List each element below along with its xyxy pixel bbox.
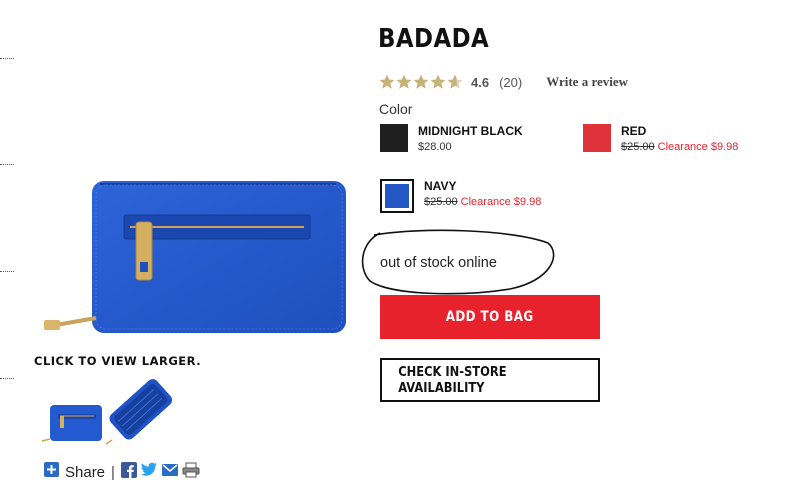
selected-swatch-frame[interactable] [380,179,414,213]
write-review-link[interactable]: Write a review [546,74,628,90]
email-icon[interactable] [161,463,178,481]
share-bar: Share | [44,461,200,483]
color-swatch [385,184,409,208]
price-line: $25.00 Clearance $9.98 [621,141,738,153]
color-info: RED $25.00 Clearance $9.98 [621,124,738,153]
star-rating[interactable] [379,74,463,90]
price: $28.00 [418,141,452,153]
color-label: Color [379,101,413,117]
price-line: $28.00 [418,141,523,153]
check-in-store-label: CHECK IN-STORE AVAILABILITY [398,364,507,396]
print-icon[interactable] [182,462,200,483]
product-main-image[interactable] [40,178,346,336]
left-divider-mark [0,271,14,272]
left-divider-mark [0,58,14,59]
add-to-bag-button[interactable]: ADD TO BAG [380,295,600,339]
price-line: $25.00 Clearance $9.98 [424,196,541,208]
original-price: $25.00 [621,141,655,153]
review-count[interactable]: (20) [499,75,522,90]
share-separator: | [111,463,115,481]
clearance-price: Clearance $9.98 [460,196,542,208]
rating-value: 4.6 [471,74,490,90]
add-to-bag-label: ADD TO BAG [446,309,534,325]
star-icon [396,74,412,89]
check-in-store-button[interactable]: CHECK IN-STORE AVAILABILITY [380,358,600,402]
wallet-open-thumbnail[interactable] [104,374,176,451]
left-divider-mark [0,378,14,379]
star-icon [447,74,463,89]
left-divider-mark [0,164,14,165]
color-name: NAVY [424,179,457,193]
stock-status-text: out of stock online [380,255,497,271]
click-to-view-larger-label: CLICK TO VIEW LARGER. [34,354,202,368]
color-option-midnight-black[interactable]: MIDNIGHT BLACK $28.00 [380,124,523,153]
share-label[interactable]: Share [65,464,105,481]
plus-icon[interactable] [44,462,59,482]
original-price: $25.00 [424,196,458,208]
color-swatch[interactable] [380,124,408,152]
wallet-front-thumbnail[interactable] [38,374,104,451]
clearance-price: Clearance $9.98 [657,141,739,153]
color-name: RED [621,124,647,138]
star-icon [379,74,395,89]
facebook-icon[interactable] [120,461,137,483]
color-name: MIDNIGHT BLACK [418,124,523,138]
color-option-navy[interactable]: NAVY $25.00 Clearance $9.98 [380,179,541,213]
color-info: NAVY $25.00 Clearance $9.98 [424,179,541,208]
color-swatch[interactable] [583,124,611,152]
rating-row: 4.6 (20) Write a review [379,74,628,90]
star-icon [430,74,446,89]
color-option-red[interactable]: RED $25.00 Clearance $9.98 [583,124,738,153]
color-info: MIDNIGHT BLACK $28.00 [418,124,523,153]
product-title: BADADA [378,24,490,54]
twitter-icon[interactable] [140,462,158,482]
star-icon [413,74,429,89]
